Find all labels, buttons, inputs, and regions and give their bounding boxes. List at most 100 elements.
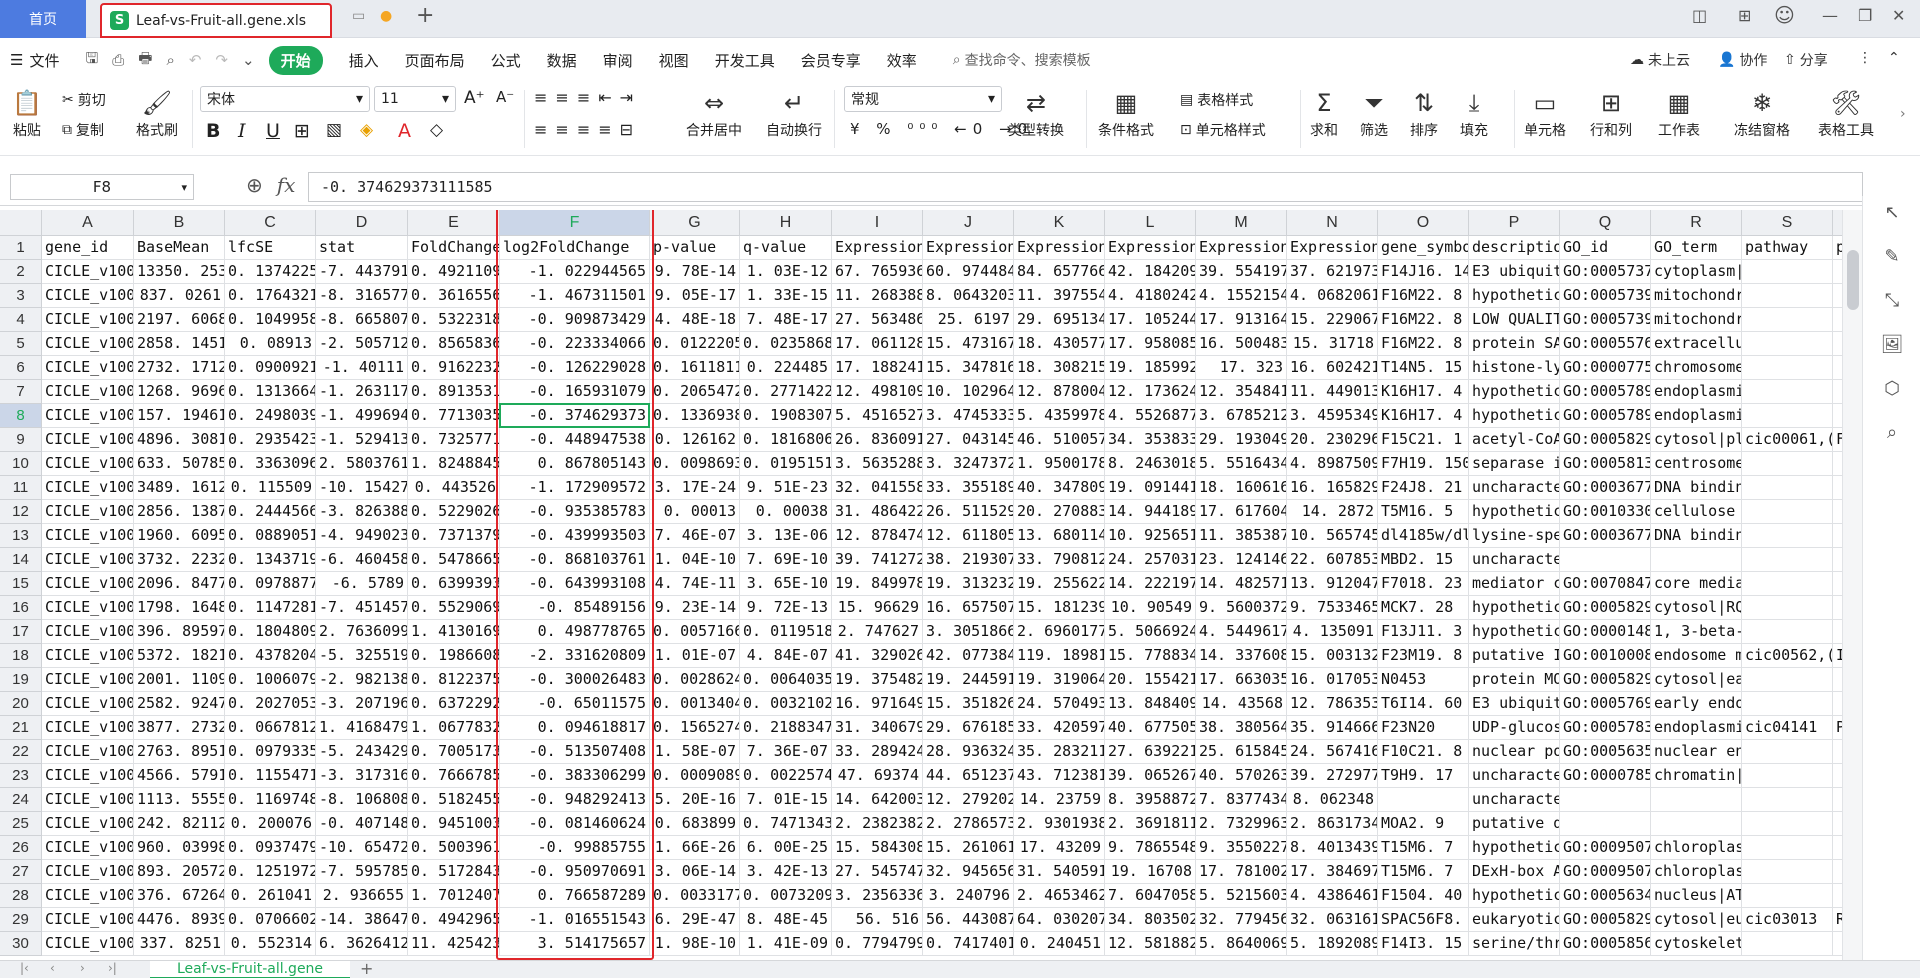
row-header-21[interactable]: 21 [0, 716, 42, 740]
cell-J14[interactable]: 38. 219307 [923, 548, 1014, 572]
cell-P10[interactable]: separase i [1469, 452, 1560, 476]
cell-R5[interactable]: extracellular region|Gol [1651, 332, 1742, 356]
cell-D5[interactable]: -2. 505712 [316, 332, 408, 356]
cell-A7[interactable]: CICLE_v100 [42, 380, 134, 404]
cell-H8[interactable]: 0. 1908307 [740, 404, 832, 428]
cell-L22[interactable]: 27. 639221 [1105, 740, 1196, 764]
cell-P2[interactable]: E3 ubiquit [1469, 260, 1560, 284]
cell-O5[interactable]: F16M22. 8 [1378, 332, 1469, 356]
file-menu[interactable]: ☰ 文件 [10, 50, 59, 71]
cell-M5[interactable]: 16. 500483 [1196, 332, 1287, 356]
row-header-15[interactable]: 15 [0, 572, 42, 596]
zoom-icon[interactable]: ⌕ [1863, 422, 1920, 443]
cell-N21[interactable]: 35. 914666 [1287, 716, 1378, 740]
cell-S8[interactable] [1742, 404, 1833, 428]
cell-G19[interactable]: 0. 0028624 [650, 668, 740, 692]
cell-E21[interactable]: 1. 0677832 [408, 716, 500, 740]
cell-M3[interactable]: 4. 1552154 [1196, 284, 1287, 308]
header-cell-R[interactable]: GO_term [1651, 236, 1742, 260]
tab-member[interactable]: 会员专享 [801, 50, 861, 71]
cell-Q14[interactable] [1560, 548, 1651, 572]
cell-H15[interactable]: 3. 65E-10 [740, 572, 832, 596]
cell-G20[interactable]: 0. 0013404 [650, 692, 740, 716]
cell-K7[interactable]: 12. 878004 [1014, 380, 1105, 404]
cell-D15[interactable]: -6. 5789 [316, 572, 408, 596]
cell-B30[interactable]: 337. 8251 [134, 932, 225, 956]
cell-H3[interactable]: 1. 33E-15 [740, 284, 832, 308]
cell-N7[interactable]: 11. 449013 [1287, 380, 1378, 404]
cell-K9[interactable]: 46. 510057 [1014, 428, 1105, 452]
header-cell-I[interactable]: Expression [832, 236, 923, 260]
cell-J7[interactable]: 10. 102964 [923, 380, 1014, 404]
cell-N10[interactable]: 4. 8987509 [1287, 452, 1378, 476]
cell-Q8[interactable]: GO:0005789 [1560, 404, 1651, 428]
cell-C27[interactable]: 0. 1251972 [225, 860, 316, 884]
cell-F14[interactable]: -0. 868103761 [500, 548, 650, 572]
cell-C6[interactable]: 0. 0900921 [225, 356, 316, 380]
cell-C11[interactable]: 0. 115509 [225, 476, 316, 500]
cell-E15[interactable]: 0. 6399393 [408, 572, 500, 596]
cell-Q2[interactable]: GO:0005737 [1560, 260, 1651, 284]
header-cell-N[interactable]: Expression [1287, 236, 1378, 260]
cell-O7[interactable]: K16H17. 4 [1378, 380, 1469, 404]
cell-A16[interactable]: CICLE_v100 [42, 596, 134, 620]
cell-F7[interactable]: -0. 165931079 [500, 380, 650, 404]
cell-N19[interactable]: 16. 017053 [1287, 668, 1378, 692]
vertical-align-icons[interactable]: ≡≡≡⇤⇥ [534, 88, 641, 107]
cell-L30[interactable]: 12. 581882 [1105, 932, 1196, 956]
row-header-10[interactable]: 10 [0, 452, 42, 476]
vertical-scrollbar[interactable] [1842, 210, 1862, 960]
cell-P14[interactable]: uncharacterized protein LOC18040512 [Cit… [1469, 548, 1560, 572]
cell-C30[interactable]: 0. 552314 [225, 932, 316, 956]
tab-list-icon[interactable]: ▭ [352, 8, 365, 24]
row-header-17[interactable]: 17 [0, 620, 42, 644]
cell-M22[interactable]: 25. 615845 [1196, 740, 1287, 764]
row-header-4[interactable]: 4 [0, 308, 42, 332]
cell-P9[interactable]: acetyl-CoA [1469, 428, 1560, 452]
row-header-18[interactable]: 18 [0, 644, 42, 668]
cell-D20[interactable]: -3. 207196 [316, 692, 408, 716]
cell-H6[interactable]: 0. 224485 [740, 356, 832, 380]
cell-O19[interactable]: N0453 [1378, 668, 1469, 692]
cell-K13[interactable]: 13. 680114 [1014, 524, 1105, 548]
cell-C20[interactable]: 0. 2027053 [225, 692, 316, 716]
cell-D2[interactable]: -7. 443791 [316, 260, 408, 284]
row-header-22[interactable]: 22 [0, 740, 42, 764]
column-header-E[interactable]: E [408, 210, 500, 236]
cell-N23[interactable]: 39. 272977 [1287, 764, 1378, 788]
cell-C10[interactable]: 0. 3363096 [225, 452, 316, 476]
cell-C14[interactable]: 0. 1343719 [225, 548, 316, 572]
cell-A27[interactable]: CICLE_v100 [42, 860, 134, 884]
cell-B13[interactable]: 1960. 6095 [134, 524, 225, 548]
row-header-19[interactable]: 19 [0, 668, 42, 692]
close-icon[interactable]: ✕ [1892, 6, 1905, 25]
italic-button[interactable]: I [238, 120, 246, 142]
number-format-icons[interactable]: ¥ % ⁰⁰⁰ ←0 →0 [850, 120, 1033, 138]
cell-E16[interactable]: 0. 5529069 [408, 596, 500, 620]
cell-E13[interactable]: 0. 7371379 [408, 524, 500, 548]
cell-K23[interactable]: 43. 712381 [1014, 764, 1105, 788]
row-header-11[interactable]: 11 [0, 476, 42, 500]
cell-D25[interactable]: -0. 407148 [316, 812, 408, 836]
column-header-O[interactable]: O [1378, 210, 1469, 236]
cell-D30[interactable]: 6. 3626412 [316, 932, 408, 956]
cell-B15[interactable]: 2096. 8477 [134, 572, 225, 596]
cell-S17[interactable] [1742, 620, 1833, 644]
cell-P27[interactable]: DExH-box A [1469, 860, 1560, 884]
cell-M25[interactable]: 2. 7329963 [1196, 812, 1287, 836]
cell-C26[interactable]: 0. 0937479 [225, 836, 316, 860]
cell-S16[interactable] [1742, 596, 1833, 620]
command-search[interactable]: ⌕ 查找命令、搜索模板 [953, 50, 1091, 70]
cell-P20[interactable]: E3 ubiquit [1469, 692, 1560, 716]
row-header-30[interactable]: 30 [0, 932, 42, 956]
cell-C17[interactable]: 0. 1804809 [225, 620, 316, 644]
cell-R6[interactable]: chromosome, centromeric [1651, 356, 1742, 380]
cell-M27[interactable]: 17. 781002 [1196, 860, 1287, 884]
cell-D29[interactable]: -14. 38647 [316, 908, 408, 932]
cell-N27[interactable]: 17. 384697 [1287, 860, 1378, 884]
cell-H17[interactable]: 0. 0119518 [740, 620, 832, 644]
font-shrink-button[interactable]: A⁻ [496, 88, 514, 106]
cell-E19[interactable]: 0. 8122375 [408, 668, 500, 692]
cell-D17[interactable]: 2. 7636099 [316, 620, 408, 644]
cell-L14[interactable]: 24. 257031 [1105, 548, 1196, 572]
